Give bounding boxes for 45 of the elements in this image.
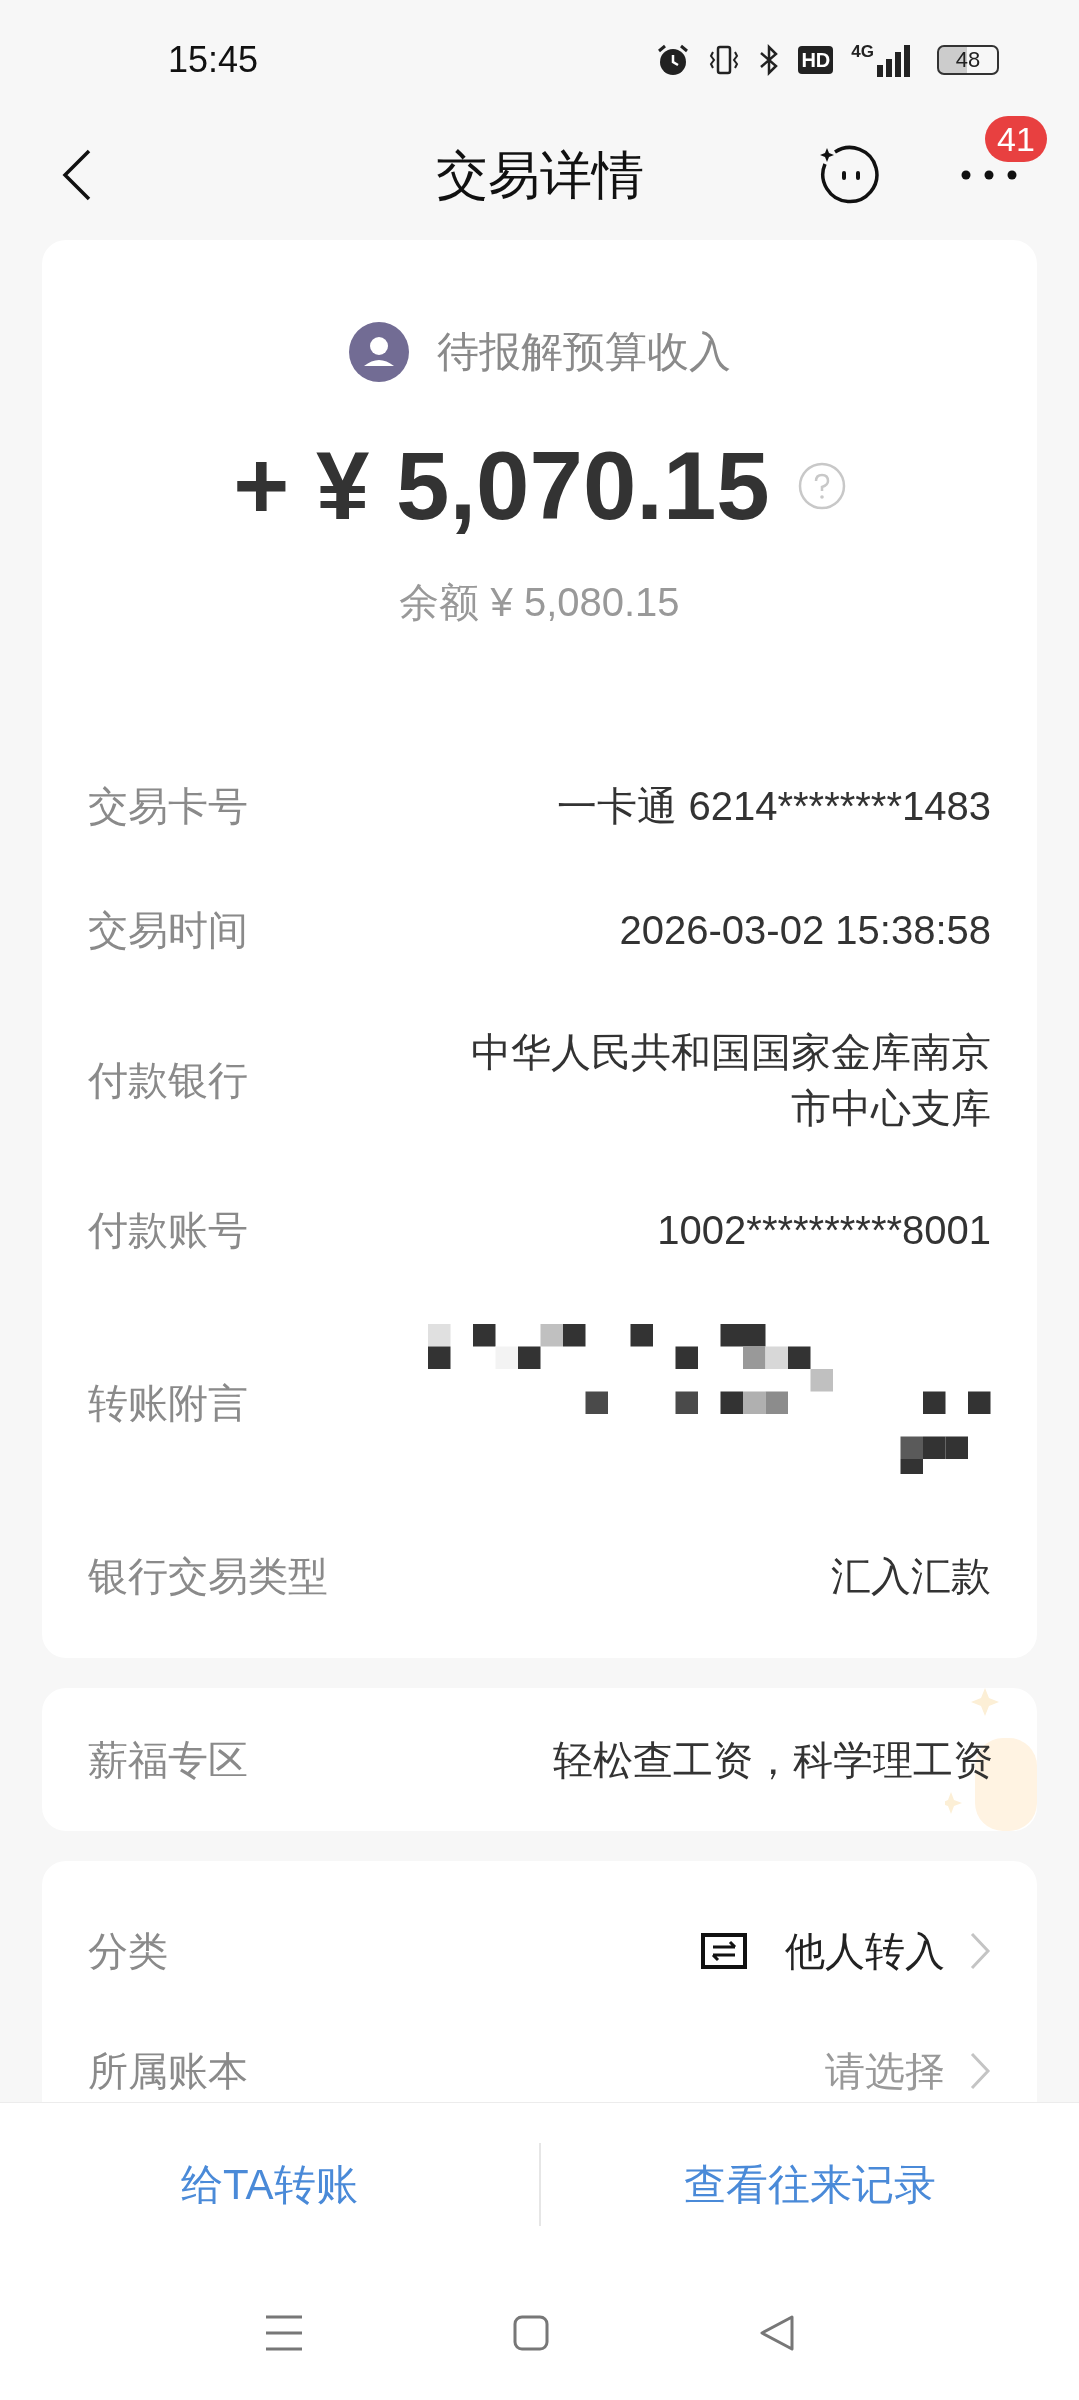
promo-label: 薪福专区 <box>88 1736 248 1784</box>
alarm-icon <box>656 43 691 77</box>
robot-face-icon[interactable] <box>819 144 881 206</box>
chevron-right-icon <box>969 1931 991 1971</box>
detail-label: 交易时间 <box>88 907 248 954</box>
detail-value: 中华人民共和国国家金库南京市中心支库 <box>470 1029 991 1132</box>
select-placeholder: 请选择 <box>825 2048 945 2095</box>
notification-badge: 41 <box>985 116 1047 162</box>
detail-value: 汇入汇款 <box>831 1553 991 1600</box>
detail-label: 转账附言 <box>88 1380 248 1427</box>
detail-label: 付款账号 <box>88 1207 248 1254</box>
detail-value: 1002**********8001 <box>657 1207 991 1254</box>
help-icon <box>797 462 846 510</box>
promo-card[interactable]: 薪福专区 轻松查工资，科学理工资 <box>42 1688 1037 1831</box>
more-icon[interactable] <box>961 170 1017 180</box>
hd-indicator: HD <box>798 46 834 74</box>
detail-label: 银行交易类型 <box>88 1553 328 1600</box>
transaction-type: 待报解预算收入 <box>436 327 731 377</box>
balance: 余额 ¥ 5,080.15 <box>399 579 680 626</box>
back-icon[interactable] <box>62 149 92 201</box>
detail-label: 交易卡号 <box>88 783 248 830</box>
action-link[interactable]: 查看往来记录 <box>683 2142 936 2226</box>
settings-row[interactable]: 所属账本 请选择 <box>88 2011 991 2102</box>
page-title: 交易详情 <box>435 145 644 206</box>
transfer-arrows-icon <box>701 1933 747 1969</box>
battery-indicator: 48 <box>937 45 999 75</box>
settings-label: 所属账本 <box>88 2048 248 2095</box>
signal-icon <box>877 43 911 77</box>
detail-label: 付款银行 <box>88 1057 248 1104</box>
chevron-right-icon <box>969 2051 991 2091</box>
action-link[interactable]: 给TA转账 <box>180 2142 358 2226</box>
amount: + ¥ 5,070.15 <box>233 431 770 541</box>
back-nav-icon[interactable] <box>758 2313 795 2352</box>
settings-row[interactable]: 分类 他人转入 <box>88 1891 991 2011</box>
promo-text: 轻松查工资，科学理工资 <box>553 1736 993 1784</box>
category-value: 他人转入 <box>785 1928 945 1975</box>
detail-value: 2026-03-02 15:38:58 <box>619 907 991 954</box>
vibrate-icon <box>708 44 741 76</box>
home-icon[interactable] <box>512 2314 549 2351</box>
user-avatar-icon <box>348 321 409 382</box>
network-type: 4G <box>851 43 874 61</box>
settings-label: 分类 <box>88 1928 168 1975</box>
status-time: 15:45 <box>168 38 259 82</box>
menu-icon[interactable] <box>264 2313 303 2352</box>
detail-value: 一卡通 6214********1483 <box>557 783 991 830</box>
